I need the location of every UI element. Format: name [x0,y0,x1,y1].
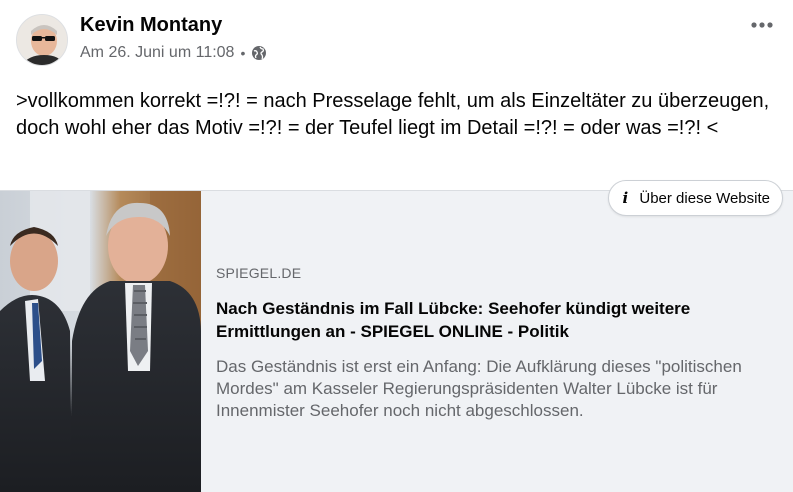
avatar[interactable] [16,14,68,66]
avatar-image [17,15,67,65]
globe-icon[interactable] [251,45,267,61]
link-description: Das Geständnis ist erst ein Anfang: Die … [216,357,742,420]
link-title[interactable]: Nach Geständnis im Fall Lübcke: Seehofer… [216,297,776,343]
link-preview-card[interactable]: i Über diese Website SPIEGEL.DE Nach Ges… [0,180,793,492]
author-name[interactable]: Kevin Montany [80,14,222,37]
timestamp-link[interactable]: Am 26. Juni um 11:08 [80,44,234,62]
meta-separator: • [240,45,246,61]
link-domain: SPIEGEL.DE [216,265,302,281]
about-website-button[interactable]: i Über diese Website [608,180,783,216]
post-text: >vollkommen korrekt =!?! = nach Pressela… [16,90,770,139]
about-website-label: Über diese Website [639,189,770,207]
more-options-icon[interactable] [749,12,775,38]
info-icon: i [622,189,629,207]
facebook-post: Kevin Montany Am 26. Juni um 11:08 • >vo… [0,0,793,492]
link-preview-image[interactable] [0,191,201,492]
post-meta: Am 26. Juni um 11:08 • [80,44,267,62]
